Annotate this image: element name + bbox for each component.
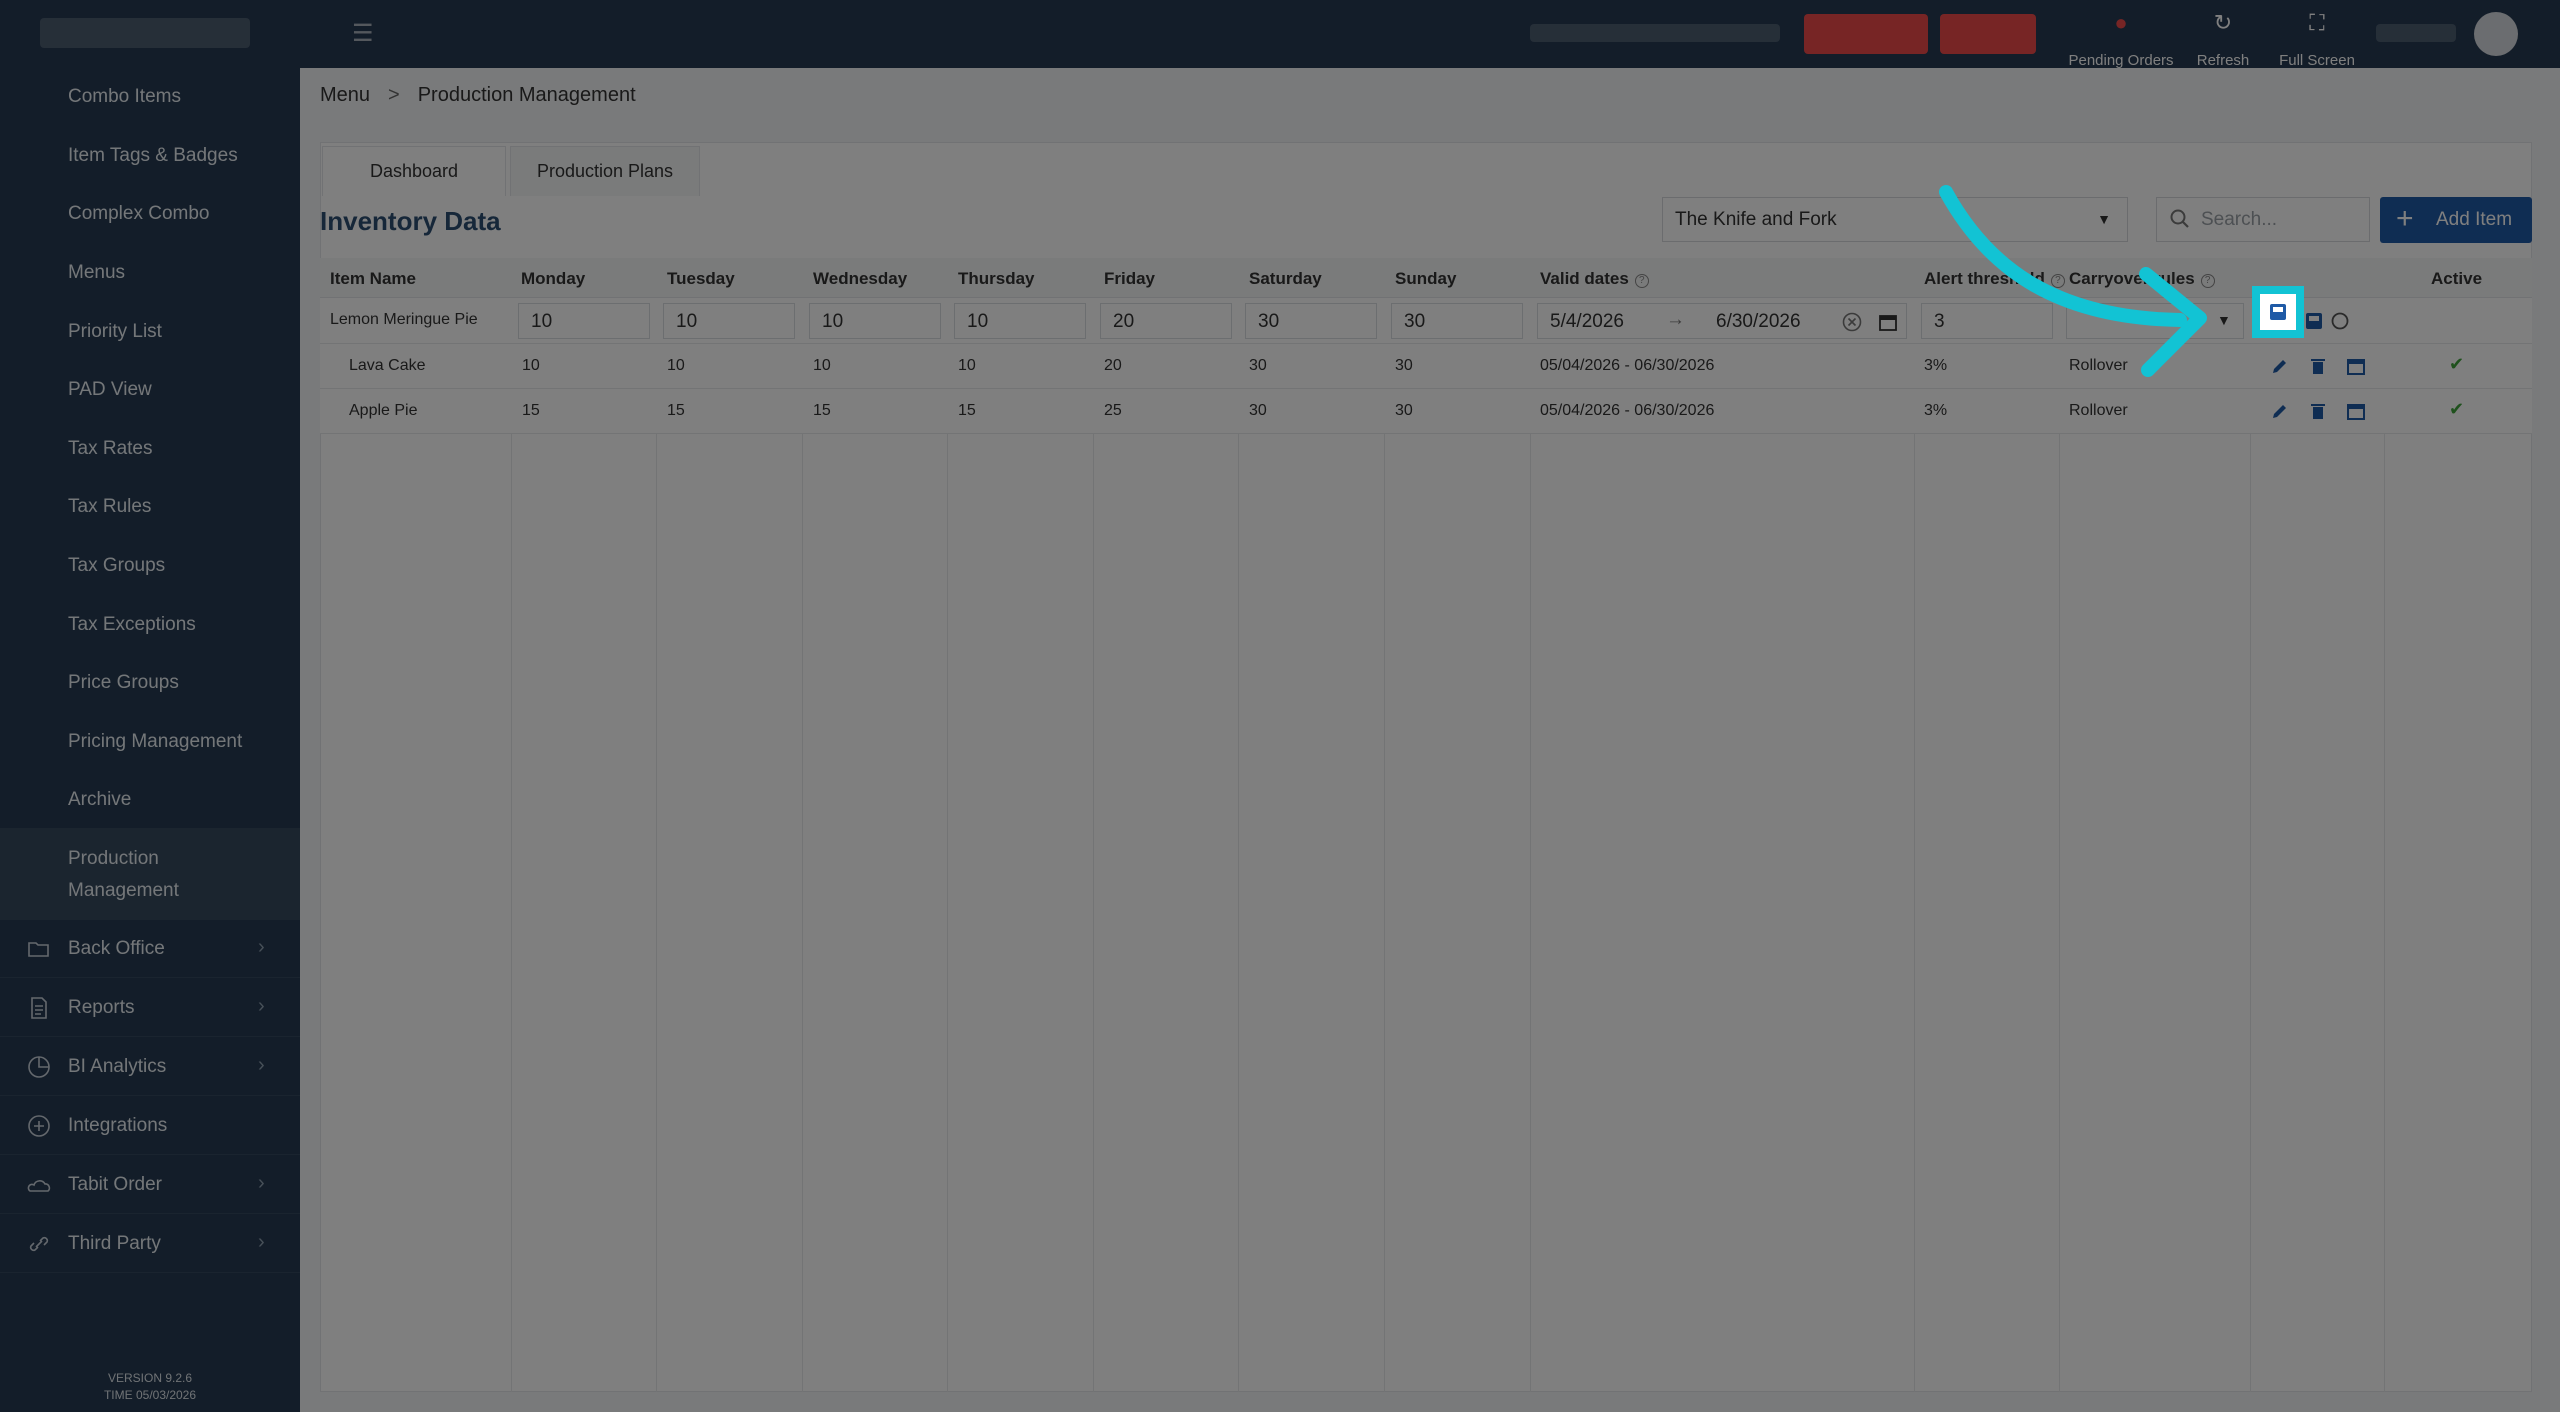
tutorial-arrow xyxy=(1939,185,2207,377)
save-icon xyxy=(2270,304,2286,320)
highlighted-save-button[interactable] xyxy=(2252,286,2304,338)
